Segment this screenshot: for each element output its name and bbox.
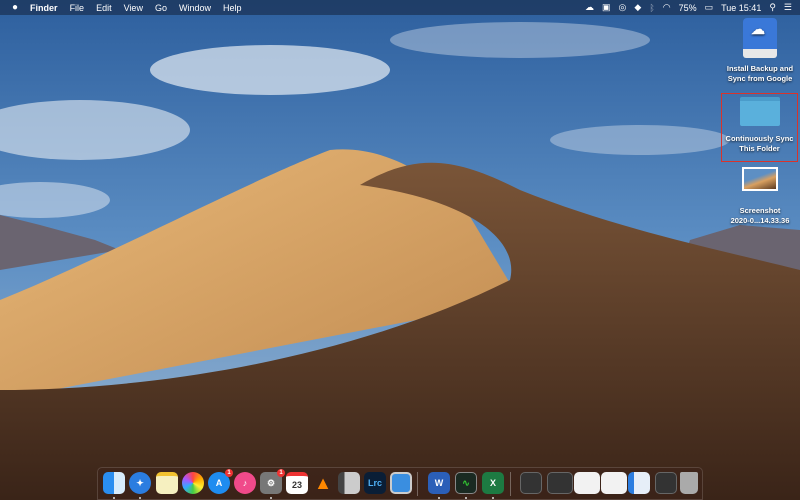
screen-icon[interactable]: ▣ xyxy=(602,2,611,13)
desktop-item-install-backup[interactable]: ☁ Install Backup and Sync from Google xyxy=(718,18,800,84)
dock-activity-monitor[interactable]: ∿ xyxy=(455,472,477,494)
dock-separator xyxy=(417,472,418,496)
dock-screen-sharing[interactable] xyxy=(390,472,412,494)
label: This Folder xyxy=(739,144,780,153)
menu-window[interactable]: Window xyxy=(179,3,211,13)
menu-help[interactable]: Help xyxy=(223,3,242,13)
notification-center-icon[interactable]: ☰ xyxy=(784,2,792,13)
dock-separator xyxy=(510,472,511,496)
notification-badge: 1 xyxy=(225,469,233,477)
dock-word[interactable]: W xyxy=(428,472,450,494)
backup-sync-icon[interactable]: ☁ xyxy=(585,2,594,13)
dock-itunes[interactable]: ♪ xyxy=(234,472,256,494)
dock-preview[interactable] xyxy=(338,472,360,494)
dropbox-icon[interactable]: ◆ xyxy=(634,2,641,13)
menu-file[interactable]: File xyxy=(70,3,85,13)
dock-excel[interactable]: X xyxy=(482,472,504,494)
spotlight-icon[interactable]: ⚲ xyxy=(769,2,776,13)
desktop-item-screenshot[interactable]: Screenshot 2020-0...14.33.36 xyxy=(718,167,800,226)
dock-calendar[interactable]: 23 xyxy=(286,472,308,494)
dock-window-thumbnail[interactable] xyxy=(655,472,677,494)
label: 2020-0...14.33.36 xyxy=(730,216,790,225)
menu-finder[interactable]: Finder xyxy=(30,3,58,13)
dock-window-thumbnail[interactable] xyxy=(547,472,573,494)
image-thumbnail-icon xyxy=(742,167,778,191)
label: Sync from Google xyxy=(727,74,793,83)
folder-icon xyxy=(739,97,780,126)
creative-cloud-icon[interactable]: ◎ xyxy=(619,2,627,13)
apple-menu-icon[interactable]: ● xyxy=(12,2,18,13)
menu-go[interactable]: Go xyxy=(155,3,167,13)
notification-badge: 1 xyxy=(277,469,285,477)
dock-system-preferences[interactable]: ⚙ 1 xyxy=(260,469,285,494)
menu-view[interactable]: View xyxy=(124,3,143,13)
label: Install Backup and xyxy=(726,64,794,73)
desktop-wallpaper xyxy=(0,0,800,500)
battery-icon[interactable]: ▭ xyxy=(705,2,714,13)
menu-edit[interactable]: Edit xyxy=(96,3,112,13)
dock: ✦ A1 ♪ ⚙ 1 23 ▲ Lrc W ∿ X xyxy=(97,467,703,500)
dock-safari[interactable]: ✦ xyxy=(129,472,151,494)
dock-window-thumbnail[interactable] xyxy=(574,472,600,494)
dock-lightroom[interactable]: Lrc xyxy=(364,472,386,494)
dock-notes[interactable] xyxy=(156,472,178,494)
label: Continuously Sync xyxy=(725,134,794,143)
drive-icon: ☁ xyxy=(743,18,777,58)
menu-bar: ● Finder File Edit View Go Window Help ☁… xyxy=(0,0,800,15)
dock-window-thumbnail[interactable] xyxy=(601,472,627,494)
dock-finder[interactable] xyxy=(103,472,125,494)
battery-percent[interactable]: 75% xyxy=(679,3,697,13)
dock-photos[interactable] xyxy=(182,472,204,494)
label: Screenshot xyxy=(739,206,781,215)
wifi-icon[interactable]: ◠ xyxy=(663,2,671,13)
clock[interactable]: Tue 15:41 xyxy=(721,3,761,13)
dock-window-thumbnail[interactable] xyxy=(628,472,650,494)
dock-vlc[interactable]: ▲ xyxy=(312,472,334,494)
trash-icon[interactable] xyxy=(680,472,698,494)
dock-app-store[interactable]: A1 xyxy=(208,469,233,494)
dock-window-thumbnail[interactable] xyxy=(520,472,542,494)
desktop-item-sync-folder[interactable]: Continuously Sync This Folder xyxy=(721,93,798,162)
bluetooth-icon[interactable]: ᛒ xyxy=(649,3,654,13)
